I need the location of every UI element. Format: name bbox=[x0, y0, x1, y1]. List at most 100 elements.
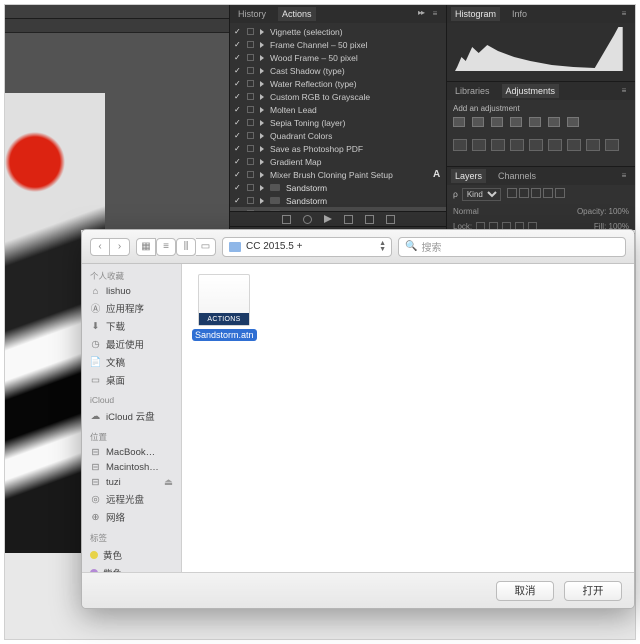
check-icon[interactable]: ✓ bbox=[234, 92, 241, 101]
check-icon[interactable]: ✓ bbox=[234, 66, 241, 75]
view-icons-button[interactable]: ▦ bbox=[136, 238, 156, 256]
action-row[interactable]: ✓Mixer Brush Cloning Paint Setup bbox=[230, 168, 446, 181]
adj-icon[interactable] bbox=[491, 117, 503, 127]
tab-info[interactable]: Info bbox=[508, 7, 531, 21]
tab-history[interactable]: History bbox=[234, 7, 270, 21]
dialog-toggle[interactable] bbox=[247, 210, 254, 211]
play-icon[interactable] bbox=[324, 215, 332, 223]
adj-icon[interactable] bbox=[548, 117, 560, 127]
sidebar-item[interactable]: ☁iCloud 云盘 bbox=[82, 407, 181, 425]
action-row[interactable]: ✓Wood Frame – 50 pixel bbox=[230, 51, 446, 64]
check-icon[interactable]: ✓ bbox=[234, 144, 241, 153]
action-row[interactable]: ✓Gradient Map bbox=[230, 155, 446, 168]
disclosure-icon[interactable] bbox=[260, 107, 264, 113]
adj-icon[interactable] bbox=[472, 139, 486, 151]
blend-mode[interactable]: Normal bbox=[453, 207, 479, 216]
opacity-value[interactable]: 100% bbox=[609, 207, 629, 216]
dialog-toggle[interactable] bbox=[247, 184, 254, 191]
adj-icon[interactable] bbox=[453, 117, 465, 127]
filter-icon[interactable] bbox=[531, 188, 541, 198]
search-input[interactable]: 🔍 搜索 bbox=[398, 237, 626, 257]
disclosure-icon[interactable] bbox=[260, 198, 264, 204]
disclosure-icon[interactable] bbox=[260, 120, 264, 126]
adj-icon[interactable] bbox=[453, 139, 467, 151]
open-button[interactable]: 打开 bbox=[564, 581, 622, 601]
dialog-toggle[interactable] bbox=[247, 197, 254, 204]
adj-icon[interactable] bbox=[567, 139, 581, 151]
sidebar-item[interactable]: ◷最近使用 bbox=[82, 335, 181, 353]
dialog-toggle[interactable] bbox=[247, 106, 254, 113]
tab-histogram[interactable]: Histogram bbox=[451, 7, 500, 21]
disclosure-icon[interactable] bbox=[260, 172, 264, 178]
action-row[interactable]: ✓Quadrant Colors bbox=[230, 129, 446, 142]
check-icon[interactable]: ✓ bbox=[234, 209, 241, 211]
disclosure-icon[interactable] bbox=[260, 159, 264, 165]
action-row[interactable]: ✓Sandstorm bbox=[230, 181, 446, 194]
adj-icon[interactable] bbox=[586, 139, 600, 151]
document-canvas[interactable] bbox=[5, 5, 229, 230]
dialog-toggle[interactable] bbox=[247, 28, 254, 35]
tab-channels[interactable]: Channels bbox=[494, 169, 540, 183]
adj-icon[interactable] bbox=[510, 117, 522, 127]
filter-icon[interactable] bbox=[507, 188, 517, 198]
dialog-toggle[interactable] bbox=[247, 93, 254, 100]
action-row[interactable]: ✓Cast Shadow (type) bbox=[230, 64, 446, 77]
action-row[interactable]: ✓Water Reflection (type) bbox=[230, 77, 446, 90]
sidebar-item[interactable]: 📄文稿 bbox=[82, 353, 181, 371]
adj-icon[interactable] bbox=[605, 139, 619, 151]
sidebar-item[interactable]: ⊕网络 bbox=[82, 508, 181, 526]
adj-icon[interactable] bbox=[510, 139, 524, 151]
check-icon[interactable]: ✓ bbox=[234, 53, 241, 62]
sidebar-item[interactable]: ⊟tuzi⏏ bbox=[82, 475, 181, 490]
sidebar-item[interactable]: ◎远程光盘 bbox=[82, 490, 181, 508]
collapse-icon[interactable]: ▸▸ bbox=[418, 8, 424, 17]
dialog-toggle[interactable] bbox=[247, 158, 254, 165]
cancel-button[interactable]: 取消 bbox=[496, 581, 554, 601]
action-row[interactable]: ✓Frame Channel – 50 pixel bbox=[230, 38, 446, 51]
action-row[interactable]: ✓Sepia Toning (layer) bbox=[230, 116, 446, 129]
dialog-toggle[interactable] bbox=[247, 145, 254, 152]
sidebar-item[interactable]: ⊟Macintosh… bbox=[82, 460, 181, 475]
filter-icon[interactable] bbox=[555, 188, 565, 198]
disclosure-icon[interactable] bbox=[260, 211, 264, 212]
dialog-toggle[interactable] bbox=[247, 67, 254, 74]
panel-menu-icon[interactable]: ≡ bbox=[615, 7, 633, 20]
check-icon[interactable]: ✓ bbox=[234, 183, 241, 192]
dialog-toggle[interactable] bbox=[247, 119, 254, 126]
disclosure-icon[interactable] bbox=[260, 185, 264, 191]
check-icon[interactable]: ✓ bbox=[234, 40, 241, 49]
path-dropdown[interactable]: CC 2015.5 + ▲▼ bbox=[222, 237, 392, 257]
tab-adjustments[interactable]: Adjustments bbox=[502, 84, 560, 98]
sidebar-item[interactable]: 紫色 bbox=[82, 564, 181, 572]
adj-icon[interactable] bbox=[567, 117, 579, 127]
disclosure-icon[interactable] bbox=[260, 81, 264, 87]
filter-icon[interactable] bbox=[519, 188, 529, 198]
panel-menu-icon[interactable]: ≡ bbox=[426, 7, 444, 20]
finder-content[interactable]: ACTIONS Sandstorm.atn bbox=[182, 264, 634, 572]
check-icon[interactable]: ✓ bbox=[234, 105, 241, 114]
check-icon[interactable]: ✓ bbox=[234, 157, 241, 166]
stop-icon[interactable] bbox=[282, 215, 291, 224]
sidebar-item[interactable]: 黄色 bbox=[82, 546, 181, 564]
forward-button[interactable]: › bbox=[110, 238, 130, 256]
document-tabstrip[interactable] bbox=[5, 5, 229, 19]
record-icon[interactable] bbox=[303, 215, 312, 224]
check-icon[interactable]: ✓ bbox=[234, 118, 241, 127]
disclosure-icon[interactable] bbox=[260, 133, 264, 139]
disclosure-icon[interactable] bbox=[260, 94, 264, 100]
back-button[interactable]: ‹ bbox=[90, 238, 110, 256]
adj-icon[interactable] bbox=[491, 139, 505, 151]
disclosure-icon[interactable] bbox=[260, 146, 264, 152]
disclosure-icon[interactable] bbox=[260, 55, 264, 61]
new-action-icon[interactable] bbox=[365, 215, 374, 224]
adj-icon[interactable] bbox=[472, 117, 484, 127]
new-set-icon[interactable] bbox=[344, 215, 353, 224]
check-icon[interactable]: ✓ bbox=[234, 27, 241, 36]
dialog-toggle[interactable] bbox=[247, 171, 254, 178]
view-gallery-button[interactable]: ▭ bbox=[196, 238, 216, 256]
tab-libraries[interactable]: Libraries bbox=[451, 84, 494, 98]
action-row[interactable]: ✓Molten Lead bbox=[230, 103, 446, 116]
disclosure-icon[interactable] bbox=[260, 42, 264, 48]
adj-icon[interactable] bbox=[548, 139, 562, 151]
panel-menu-icon[interactable]: ≡ bbox=[615, 84, 633, 97]
